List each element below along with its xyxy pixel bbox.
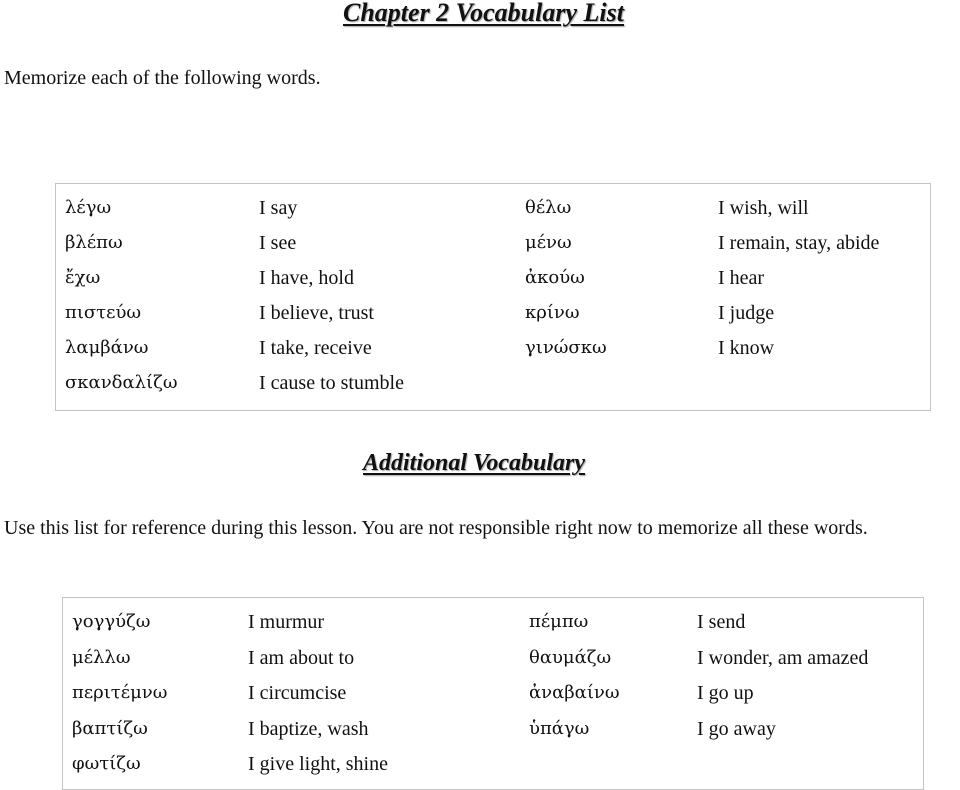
english-definition: I take, receive bbox=[259, 337, 372, 359]
greek-word: λαμβάνω bbox=[65, 337, 149, 358]
additional-vocabulary-heading: Additional Vocabulary bbox=[363, 450, 586, 476]
page-title: Chapter 2 Vocabulary List bbox=[343, 0, 624, 27]
english-definition: I wish, will bbox=[718, 197, 809, 219]
additional-instructions: Use this list for reference during this … bbox=[4, 517, 868, 539]
greek-word: γογγύζω bbox=[72, 611, 151, 632]
greek-word: ἀναβαίνω bbox=[529, 682, 620, 703]
greek-word: βαπτίζω bbox=[72, 717, 148, 739]
english-definition: I baptize, wash bbox=[248, 717, 369, 740]
memorize-instructions: Memorize each of the following words. bbox=[4, 67, 321, 89]
greek-word: μέλλω bbox=[72, 646, 131, 668]
english-definition: I give light, shine bbox=[248, 753, 388, 775]
greek-word: κρίνω bbox=[525, 302, 580, 323]
core-vocabulary-table: λέγω I say βλέπω I see ἔχω I have, hold πιστεύ… bbox=[55, 183, 931, 411]
greek-word: θαυμάζω bbox=[529, 646, 612, 668]
english-definition: I know bbox=[718, 337, 775, 359]
additional-vocabulary-table: γογγύζω I murmur μέλλω I am about to περιτέμ… bbox=[62, 597, 924, 790]
english-definition: I go up bbox=[697, 682, 754, 704]
english-definition: I hear bbox=[718, 267, 765, 289]
greek-word: σκανδαλίζω bbox=[65, 372, 178, 393]
english-definition: I see bbox=[259, 232, 297, 254]
english-definition: I circumcise bbox=[248, 682, 347, 704]
greek-word: πέμπω bbox=[529, 611, 589, 632]
greek-word: θέλω bbox=[525, 197, 572, 218]
english-definition: I cause to stumble bbox=[259, 372, 404, 394]
greek-word: μένω bbox=[525, 232, 572, 253]
greek-word: περιτέμνω bbox=[72, 682, 168, 703]
english-definition: I am about to bbox=[248, 646, 355, 669]
english-definition: I go away bbox=[697, 717, 776, 740]
english-definition: I say bbox=[259, 197, 298, 219]
english-definition: I have, hold bbox=[259, 267, 354, 289]
english-definition: I send bbox=[697, 611, 746, 633]
english-definition: I murmur bbox=[248, 611, 325, 633]
greek-word: φωτίζω bbox=[72, 753, 141, 774]
greek-word: γινώσκω bbox=[525, 337, 607, 358]
english-definition: I believe, trust bbox=[259, 302, 374, 324]
greek-word: ὑπάγω bbox=[529, 717, 590, 739]
greek-word: λέγω bbox=[65, 197, 112, 218]
english-definition: I remain, stay, abide bbox=[718, 232, 880, 254]
english-definition: I judge bbox=[718, 302, 775, 324]
greek-word: πιστεύω bbox=[65, 302, 142, 323]
english-definition: I wonder, am amazed bbox=[697, 646, 869, 669]
greek-word: βλέπω bbox=[65, 232, 123, 253]
greek-word: ἔχω bbox=[65, 267, 101, 288]
greek-word: ἀκούω bbox=[525, 267, 585, 288]
